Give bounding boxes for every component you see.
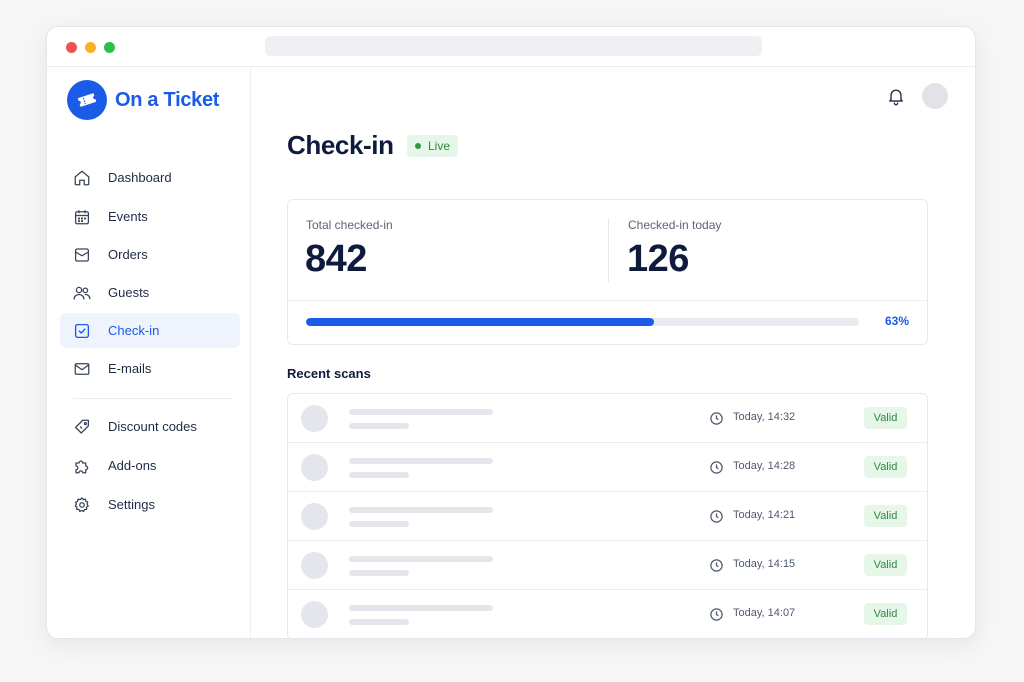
sidebar: On a Ticket Dashboard Events Orders Gues… (47, 68, 251, 638)
guest-name-placeholder (349, 605, 493, 611)
live-dot-icon (415, 143, 421, 149)
address-bar[interactable] (265, 36, 762, 56)
clock-icon (710, 559, 723, 572)
sidebar-item-label: Add-ons (108, 458, 157, 473)
window-titlebar (47, 27, 975, 67)
sidebar-item-add-ons[interactable]: Add-ons (60, 448, 240, 483)
sidebar-item-label: Settings (108, 497, 155, 512)
tag-icon (72, 417, 92, 437)
guest-name-placeholder (349, 409, 493, 415)
guest-avatar-placeholder (301, 601, 328, 628)
guest-name-placeholder (349, 507, 493, 513)
checked-in-today-label: Checked-in today (628, 218, 722, 232)
scan-row[interactable]: Today, 14:15 Valid (288, 541, 927, 590)
scan-time: Today, 14:32 (733, 411, 796, 423)
maximize-window-button[interactable] (104, 42, 115, 53)
sidebar-item-settings[interactable]: Settings (60, 487, 240, 522)
check-in-progress-fill (306, 318, 655, 326)
scan-row[interactable]: Today, 14:32 Valid (288, 394, 927, 443)
page-title: Check-in (287, 130, 394, 160)
clock-icon (710, 412, 723, 425)
stats-divider (608, 218, 609, 282)
total-checked-in-value: 842 (305, 238, 367, 280)
guest-detail-placeholder (349, 472, 409, 478)
sidebar-item-guests[interactable]: Guests (60, 275, 240, 310)
scan-time: Today, 14:15 (733, 558, 796, 570)
scan-time: Today, 14:07 (733, 607, 796, 619)
clock-icon (710, 608, 723, 621)
stats-separator (288, 300, 927, 301)
close-window-button[interactable] (66, 42, 77, 53)
status-badge: Valid (864, 554, 907, 576)
guest-detail-placeholder (349, 423, 409, 429)
sidebar-item-discount-codes[interactable]: Discount codes (60, 409, 240, 444)
app-name: On a Ticket (115, 88, 220, 111)
checked-in-today-value: 126 (627, 238, 689, 280)
puzzle-icon (72, 456, 92, 476)
app-logo[interactable]: On a Ticket (67, 80, 219, 120)
bell-icon[interactable] (884, 84, 908, 108)
check-in-stats-card: Total checked-in 842 Checked-in today 12… (287, 199, 928, 345)
sidebar-item-dashboard[interactable]: Dashboard (60, 160, 240, 195)
mail-icon (72, 359, 92, 379)
minimize-window-button[interactable] (85, 42, 96, 53)
check-square-icon (72, 321, 92, 341)
total-checked-in-label: Total checked-in (306, 218, 393, 232)
guest-detail-placeholder (349, 521, 409, 527)
guest-name-placeholder (349, 458, 493, 464)
sidebar-item-events[interactable]: Events (60, 199, 240, 234)
guest-detail-placeholder (349, 570, 409, 576)
guest-avatar-placeholder (301, 405, 328, 432)
sidebar-item-label: Check-in (108, 323, 160, 338)
check-in-progress-percent: 63% (884, 314, 909, 328)
home-icon (72, 168, 92, 188)
scan-row[interactable]: Today, 14:21 Valid (288, 492, 927, 541)
sidebar-item-label: E-mails (108, 361, 152, 376)
inbox-icon (72, 245, 92, 265)
scan-row[interactable]: Today, 14:28 Valid (288, 443, 927, 492)
users-icon (72, 283, 92, 303)
sidebar-item-check-in[interactable]: Check-in (60, 313, 240, 348)
check-in-progress-bar (306, 318, 859, 326)
sidebar-item-label: Events (108, 209, 148, 224)
user-avatar[interactable] (922, 83, 948, 109)
gear-icon (72, 495, 92, 515)
guest-avatar-placeholder (301, 552, 328, 579)
ticket-icon (67, 80, 107, 120)
guest-name-placeholder (349, 556, 493, 562)
clock-icon (710, 510, 723, 523)
guest-avatar-placeholder (301, 503, 328, 530)
status-badge: Valid (864, 603, 907, 625)
scan-row[interactable]: Today, 14:07 Valid (288, 590, 927, 638)
calendar-icon (72, 207, 92, 227)
sidebar-item-label: Dashboard (108, 170, 172, 185)
scan-time: Today, 14:21 (733, 509, 796, 521)
sidebar-item-label: Discount codes (108, 419, 197, 434)
main-content: Check-in Live Total checked-in 842 Check… (252, 68, 975, 638)
status-badge: Valid (864, 407, 907, 429)
guest-avatar-placeholder (301, 454, 328, 481)
scan-time: Today, 14:28 (733, 460, 796, 472)
recent-scans-title: Recent scans (287, 366, 371, 381)
status-badge: Valid (864, 456, 907, 478)
browser-window: On a Ticket Dashboard Events Orders Gues… (46, 26, 976, 639)
sidebar-item-emails[interactable]: E-mails (60, 351, 240, 386)
sidebar-item-orders[interactable]: Orders (60, 237, 240, 272)
guest-detail-placeholder (349, 619, 409, 625)
live-badge-label: Live (428, 139, 451, 153)
clock-icon (710, 461, 723, 474)
recent-scans-list: Today, 14:32 Valid Today, 14:28 Valid To… (287, 393, 928, 638)
live-status-badge: Live (407, 135, 459, 157)
sidebar-item-label: Guests (108, 285, 150, 300)
status-badge: Valid (864, 505, 907, 527)
sidebar-divider (73, 398, 233, 399)
sidebar-item-label: Orders (108, 247, 148, 262)
